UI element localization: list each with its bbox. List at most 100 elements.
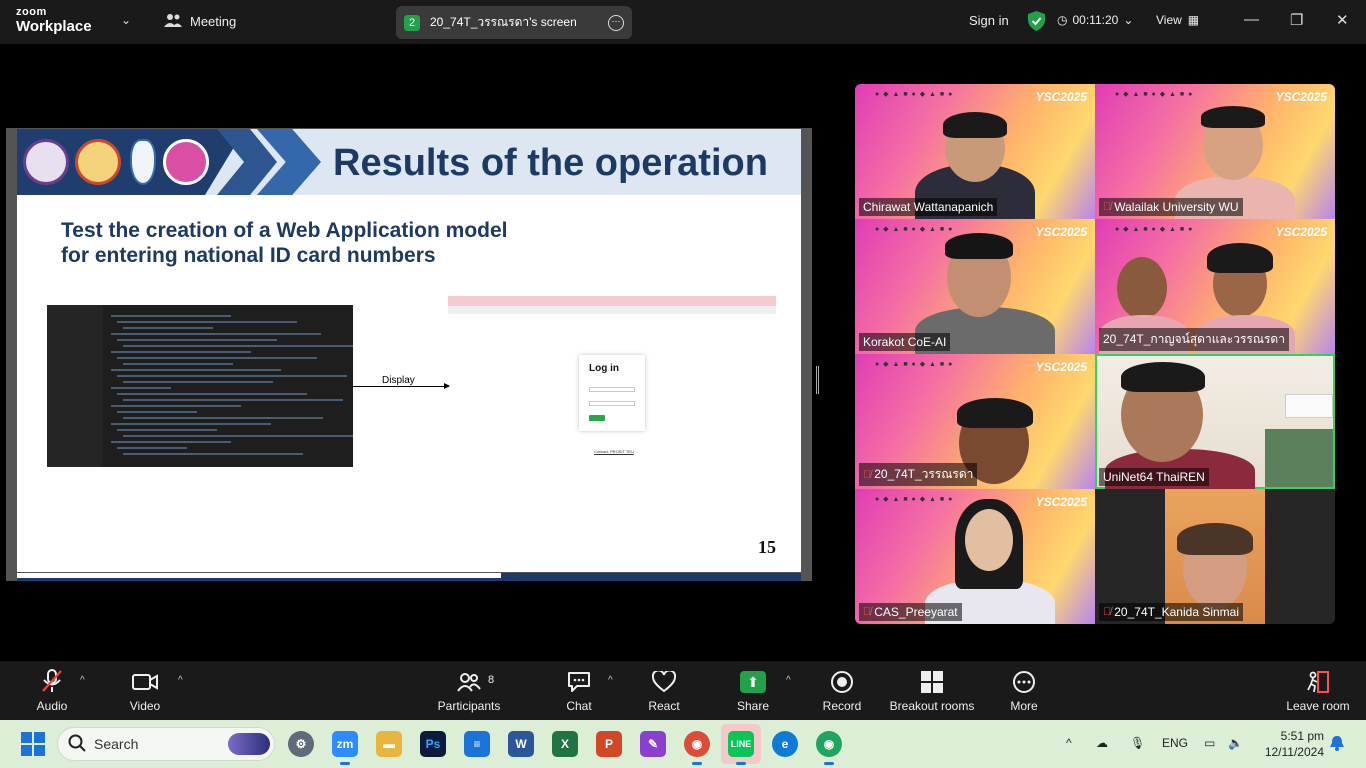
leave-room-button[interactable]: Leave room: [1273, 669, 1363, 713]
close-icon[interactable]: ✕: [1336, 11, 1349, 29]
microphone-icon[interactable]: 🎙: [1130, 736, 1145, 750]
video-gallery: ● ◆ ▲ ■ ● ◆ ▲ ■ ● YSC2025 Chirawat Watta…: [855, 84, 1335, 624]
video-tile[interactable]: ● ◆ ▲ ■ ● ◆ ▲ ■ ● YSC2025 Korakot CoE-AI: [855, 219, 1095, 354]
chevron-up-icon[interactable]: ^: [178, 675, 183, 686]
pen-app-icon[interactable]: ✎: [640, 731, 666, 757]
share-screen-icon: ⬆: [740, 669, 766, 695]
powerpoint-icon[interactable]: P: [596, 731, 622, 757]
audio-label: Audio: [36, 699, 68, 713]
login-title: Log in: [589, 363, 619, 374]
participants-button[interactable]: Participants: [424, 669, 514, 713]
code-line: [111, 405, 241, 407]
taskbar-search[interactable]: Search: [57, 727, 275, 761]
restore-icon[interactable]: ❐: [1290, 11, 1303, 29]
participant-name: Walailak University WU: [1114, 200, 1239, 214]
slide-footer: [17, 573, 801, 581]
more-options-icon[interactable]: ···: [608, 14, 624, 31]
windows-start-icon[interactable]: [21, 732, 45, 756]
participant-name: CAS_Preeyarat: [874, 605, 958, 619]
participants-label: Participants: [437, 699, 501, 713]
breakout-rooms-button[interactable]: Breakout rooms: [877, 669, 987, 713]
contact-link: Contact: PROSIT TEU: [594, 449, 634, 454]
display-icon[interactable]: ▭: [1204, 736, 1215, 750]
minimize-icon[interactable]: —: [1244, 11, 1259, 28]
sign-in-link[interactable]: Sign in: [969, 13, 1009, 28]
photoshop-icon[interactable]: Ps: [420, 731, 446, 757]
meeting-toolbar: Audio ^ Video ^ Participants 8 Chat ^ Re…: [0, 661, 1366, 720]
video-tile[interactable]: ● ◆ ▲ ■ ● ◆ ▲ ■ ● YSC2025 Chirawat Watta…: [855, 84, 1095, 219]
code-line: [117, 339, 277, 341]
chevron-up-icon[interactable]: ^: [608, 675, 613, 686]
view-button[interactable]: View ▦: [1156, 13, 1199, 27]
participant-video: [1265, 429, 1333, 487]
volume-icon[interactable]: 🔈: [1228, 736, 1243, 750]
chevron-down-icon[interactable]: ⌄: [121, 13, 131, 27]
zoom-app-icon[interactable]: zm: [332, 731, 358, 765]
video-tile[interactable]: ● ◆ ▲ ■ ● ◆ ▲ ■ ● YSC2025 🎙̸ Walailak Uni…: [1095, 84, 1335, 219]
mic-off-icon: 🎙̸: [1103, 606, 1112, 618]
line-app-icon[interactable]: LINE: [728, 731, 754, 765]
react-button[interactable]: React: [619, 669, 709, 713]
event-logo: YSC2025: [1035, 90, 1087, 104]
screen-share-pill[interactable]: 2 20_74T_วรรณรดา's screen ···: [396, 6, 632, 39]
video-tile[interactable]: 🎙̸ 20_74T_Kanida Sinmai: [1095, 489, 1335, 624]
chevron-up-icon[interactable]: ^: [786, 675, 791, 686]
network-icon[interactable]: ☁: [1096, 736, 1108, 750]
participant-name: Chirawat Wattanapanich: [863, 200, 994, 214]
more-button[interactable]: More: [979, 669, 1069, 713]
more-icon: [1012, 669, 1036, 695]
logo-line1: zoom: [16, 6, 47, 18]
excel-icon[interactable]: X: [552, 731, 578, 757]
participant-video: [943, 112, 1007, 138]
chat-label: Chat: [566, 699, 592, 713]
participant-video: [957, 398, 1033, 428]
taskbar-clock[interactable]: 5:51 pm 12/11/2024: [1260, 728, 1324, 760]
participant-video: [1177, 523, 1253, 555]
windows-taskbar: Search ⚙ zm ▬ Ps ≡ W X P ✎ ◉ LINE e ◉ ^ …: [0, 720, 1366, 768]
mic-off-icon: [41, 669, 63, 695]
file-explorer-icon[interactable]: ▬: [376, 731, 402, 757]
participant-name: 20_74T_Kanida Sinmai: [1114, 605, 1240, 619]
event-logo: YSC2025: [1035, 360, 1087, 374]
grid-view-icon: ▦: [1187, 13, 1200, 27]
record-button[interactable]: Record: [797, 669, 887, 713]
code-line: [123, 327, 213, 329]
chevron-up-icon[interactable]: ^: [1066, 736, 1072, 750]
participant-name: Korakot CoE-AI: [863, 335, 947, 349]
video-tile-active-speaker[interactable]: UniNet64 ThaiREN: [1095, 354, 1335, 489]
slide-title: Results of the operation: [333, 142, 768, 184]
participant-name-label: 🎙̸ CAS_Preeyarat: [859, 603, 962, 621]
presentation-slide: Results of the operation Test the creati…: [17, 129, 801, 572]
page-number: 15: [758, 537, 776, 557]
more-label: More: [1010, 699, 1038, 713]
word-icon[interactable]: W: [508, 731, 534, 757]
emblem-logo: [130, 139, 156, 185]
chrome-icon[interactable]: ◉: [684, 731, 710, 765]
language-indicator[interactable]: ENG: [1162, 736, 1188, 750]
edge-icon[interactable]: e: [772, 731, 798, 757]
notepad-icon[interactable]: ≡: [464, 731, 490, 757]
slide-header: Results of the operation: [17, 129, 801, 195]
shield-check-icon[interactable]: [1028, 11, 1045, 36]
mic-off-icon: 🎙̸: [863, 468, 872, 481]
video-button[interactable]: Video: [100, 669, 190, 713]
video-tile[interactable]: ● ◆ ▲ ■ ● ◆ ▲ ■ ● YSC2025 20_74T_กาญจน์ส…: [1095, 219, 1335, 354]
code-line: [111, 387, 171, 389]
code-line: [111, 315, 231, 317]
split-divider-handle[interactable]: [816, 366, 819, 394]
share-button[interactable]: ⬆ Share: [708, 669, 798, 713]
meeting-info-button[interactable]: Meeting: [164, 13, 236, 30]
chrome-profile-icon[interactable]: ◉: [816, 731, 842, 765]
chevron-up-icon[interactable]: ^: [80, 675, 85, 686]
video-tile[interactable]: ● ◆ ▲ ■ ● ◆ ▲ ■ ● YSC2025 🎙̸ CAS_Preeyara…: [855, 489, 1095, 624]
leave-label: Leave room: [1286, 699, 1350, 713]
tile-logos: ● ◆ ▲ ■ ● ◆ ▲ ■ ●: [875, 91, 954, 98]
video-tile[interactable]: ● ◆ ▲ ■ ● ◆ ▲ ■ ● YSC2025 🎙̸ 20_74T_วรรณร…: [855, 354, 1095, 489]
participant-video: [965, 509, 1013, 571]
notification-bell-icon[interactable]: [1330, 735, 1344, 754]
settings-gear-icon[interactable]: ⚙: [288, 731, 314, 757]
shared-screen[interactable]: Results of the operation Test the creati…: [6, 128, 812, 581]
subtitle-line1: Test the creation of a Web Application m…: [61, 219, 508, 242]
chat-icon: [567, 669, 591, 695]
meeting-timer[interactable]: ◷ 00:11:20 ⌄: [1057, 13, 1133, 27]
